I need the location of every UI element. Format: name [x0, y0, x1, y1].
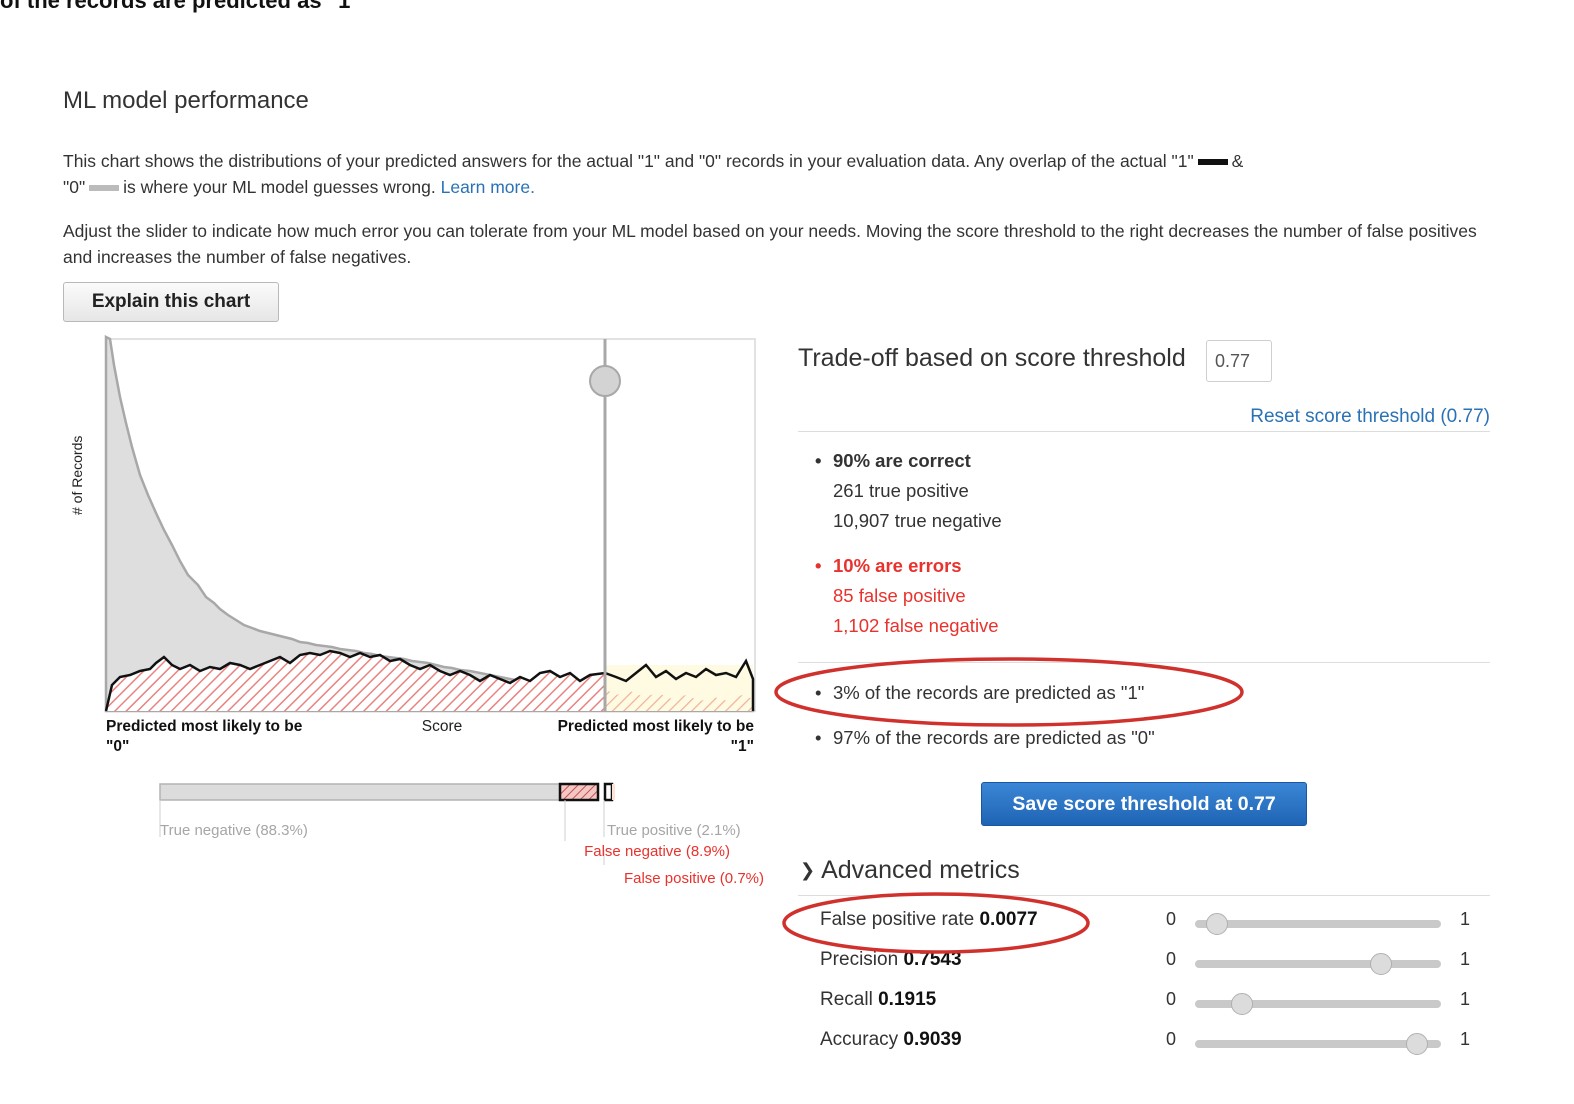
metric-slider-track[interactable]	[1195, 993, 1441, 1015]
slider-max-label: 1	[1460, 1029, 1471, 1049]
true-negative-caption: True negative (88.3%)	[160, 822, 308, 839]
true-positive-bar	[603, 782, 614, 802]
metric-slider-track[interactable]	[1195, 913, 1441, 935]
false-positive-caption: False positive (0.7%)	[624, 870, 764, 887]
slider-max-label: 1	[1460, 949, 1471, 969]
true-negative-bar	[159, 783, 561, 801]
metric-slider-thumb[interactable]	[1231, 993, 1254, 1015]
actual-zero-swatch	[89, 185, 120, 192]
true-positive-caption: True positive (2.1%)	[607, 822, 741, 839]
cropped-header-text: of the records are predicted as "1"	[0, 0, 361, 13]
slider-min-label: 0	[1166, 909, 1177, 929]
predicted-zero-item: • 97% of the records are predicted as "0"	[815, 727, 1155, 748]
slider-max-label: 1	[1460, 909, 1471, 929]
save-threshold-button[interactable]: Save score threshold at 0.77	[981, 782, 1307, 826]
divider-top	[798, 431, 1490, 432]
metric-value: 0.7543	[903, 949, 962, 970]
correct-summary: • 90% are correct 261 true positive 10,90…	[815, 450, 1002, 531]
tradeoff-title: Trade-off based on score threshold	[798, 344, 1186, 372]
metric-label: Accuracy 0.9039	[820, 1029, 962, 1050]
false-positive-bar	[612, 784, 615, 800]
threshold-slider-handle[interactable]	[589, 365, 621, 397]
chevron-down-icon: ❯	[800, 860, 816, 880]
false-negative-caption: False negative (8.9%)	[584, 843, 730, 860]
divider-middle	[798, 662, 1490, 663]
chart-description: This chart shows the distributions of yo…	[63, 151, 1244, 197]
slider-max-label: 1	[1460, 989, 1471, 1009]
metric-slider-track[interactable]	[1195, 1033, 1441, 1055]
metric-slider-thumb[interactable]	[1369, 953, 1392, 975]
metric-value: 0.1915	[878, 989, 937, 1010]
slider-min-label: 0	[1166, 949, 1177, 969]
x-label-score: Score	[422, 718, 463, 735]
metric-row: Recall 0.1915 0 1	[820, 987, 1480, 1017]
metric-value: 0.0077	[979, 909, 1038, 930]
y-axis-label: # of Records	[69, 436, 85, 515]
x-label-right: Predicted most likely to be	[558, 718, 755, 735]
false-negative-bar	[558, 782, 600, 802]
explain-chart-button[interactable]: Explain this chart	[63, 282, 279, 322]
metric-row: Precision 0.7543 0 1	[820, 947, 1480, 977]
x-label-right-value: "1"	[731, 738, 754, 755]
advanced-metrics-toggle[interactable]: ❯ Advanced metrics	[800, 856, 1020, 885]
learn-more-link[interactable]: Learn more.	[441, 177, 535, 197]
reset-threshold-link[interactable]: Reset score threshold (0.77)	[1250, 406, 1490, 428]
slider-min-label: 0	[1166, 989, 1177, 1009]
metric-value: 0.9039	[903, 1029, 962, 1050]
metric-label: False positive rate 0.0077	[820, 909, 1038, 930]
metric-slider-track[interactable]	[1195, 953, 1441, 975]
metric-label: Recall 0.1915	[820, 989, 937, 1010]
metric-row: Accuracy 0.9039 0 1	[820, 1027, 1480, 1057]
metric-slider-thumb[interactable]	[1406, 1033, 1429, 1055]
metric-slider-thumb[interactable]	[1206, 913, 1229, 935]
x-label-left: Predicted most likely to be	[106, 718, 303, 735]
adjust-description: Adjust the slider to indicate how much e…	[63, 221, 1477, 267]
metric-label: Precision 0.7543	[820, 949, 962, 970]
predicted-one-item: • 3% of the records are predicted as "1"	[815, 682, 1145, 703]
slider-min-label: 0	[1166, 1029, 1177, 1049]
score-threshold-input[interactable]	[1206, 340, 1272, 382]
metric-row: False positive rate 0.0077 0 1	[820, 907, 1480, 937]
page-title: ML model performance	[63, 87, 309, 114]
divider-advanced	[798, 895, 1490, 896]
x-label-left-value: "0"	[106, 738, 129, 755]
errors-summary: • 10% are errors 85 false positive 1,102 …	[815, 555, 999, 636]
actual-one-swatch	[1197, 159, 1228, 166]
distribution-chart: # of Records Predicted most likely to be…	[69, 335, 764, 887]
